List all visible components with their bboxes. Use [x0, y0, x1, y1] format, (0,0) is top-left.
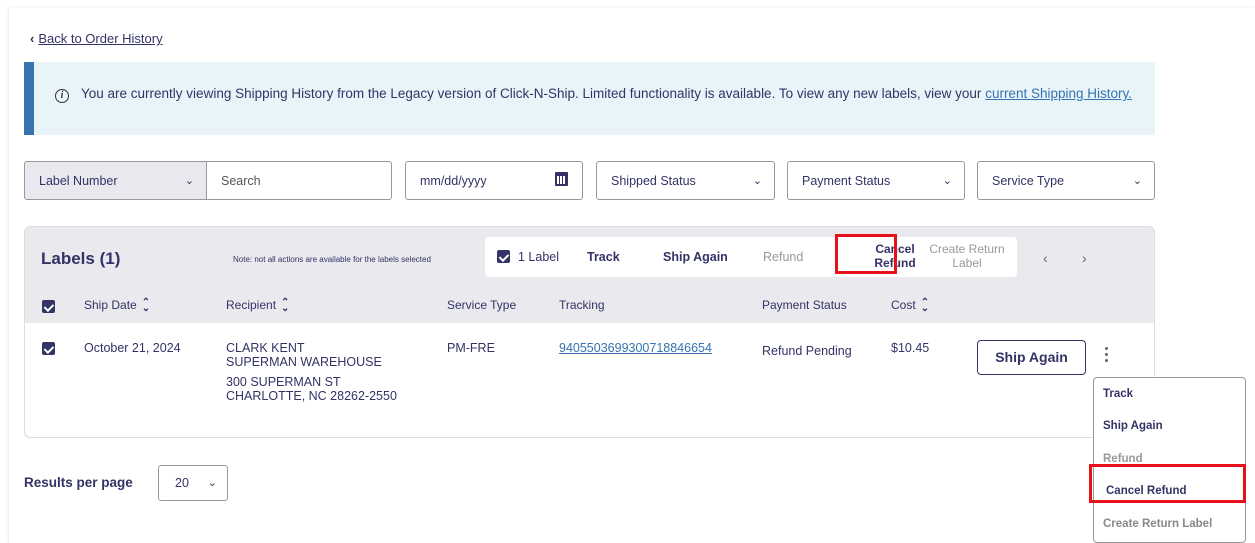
more-options-icon[interactable]	[1103, 347, 1109, 367]
ship-date-header[interactable]: Ship Date ⌃ ⌄	[84, 296, 151, 314]
tracking-link[interactable]: 9405503699300718846654	[559, 341, 712, 355]
tracking-header: Tracking	[559, 298, 605, 312]
info-icon: i	[55, 89, 69, 103]
track-action[interactable]: Track	[587, 250, 620, 264]
recipient-cell: CLARK KENT SUPERMAN WAREHOUSE 300 SUPERM…	[226, 341, 397, 403]
service-type-cell: PM-FRE	[447, 341, 495, 355]
recipient-header[interactable]: Recipient ⌃ ⌄	[226, 296, 290, 314]
ship-again-action[interactable]: Ship Again	[663, 250, 728, 264]
highlight-cancel-refund-menu-item	[1089, 464, 1246, 503]
date-input[interactable]: mm/dd/yyyy	[405, 161, 583, 200]
payment-status-select[interactable]: Payment Status ⌄	[787, 161, 965, 200]
results-per-page-select[interactable]: 20 ⌄	[158, 465, 228, 501]
service-type-header: Service Type	[447, 298, 517, 312]
payment-status-header: Payment Status	[762, 298, 847, 312]
payment-status-cell: Refund Pending	[762, 344, 852, 358]
selected-checkbox-icon[interactable]	[497, 250, 510, 263]
row-checkbox[interactable]	[42, 342, 55, 355]
highlight-cancel-refund-action	[835, 234, 897, 274]
chevron-down-icon: ⌄	[1132, 175, 1142, 187]
current-shipping-history-link[interactable]: current Shipping History.	[985, 86, 1132, 101]
shipped-status-select[interactable]: Shipped Status ⌄	[596, 161, 775, 200]
chevron-down-icon: ⌄	[184, 175, 194, 187]
chevron-down-icon: ⌄	[207, 477, 217, 489]
service-type-select[interactable]: Service Type ⌄	[977, 161, 1155, 200]
menu-item-ship-again[interactable]: Ship Again	[1103, 420, 1163, 432]
cost-cell: $10.45	[891, 341, 930, 355]
back-to-order-history-link[interactable]: ‹ Back to Order History	[30, 31, 163, 46]
ship-date-cell: October 21, 2024	[84, 341, 181, 355]
prev-page-icon[interactable]: ‹	[1043, 250, 1048, 266]
cost-header[interactable]: Cost ⌃ ⌄	[891, 296, 930, 314]
sort-icon: ⌃ ⌄	[141, 296, 151, 314]
calendar-icon[interactable]	[555, 172, 568, 186]
alert-message: You are currently viewing Shipping Histo…	[81, 86, 1132, 101]
menu-item-track[interactable]: Track	[1103, 388, 1133, 400]
refund-action: Refund	[763, 250, 804, 264]
bulk-actions-bar: 1 Label Track Ship Again Refund Cancel R…	[485, 237, 1017, 277]
menu-item-create-return-label: Create Return Label	[1103, 518, 1213, 530]
chevron-down-icon: ⌄	[752, 175, 762, 187]
labels-title: Labels (1)	[41, 249, 121, 268]
label-type-select[interactable]: Label Number ⌄	[24, 161, 207, 200]
actions-note: Note: not all actions are available for …	[233, 255, 431, 264]
sort-icon: ⌃ ⌄	[281, 296, 290, 314]
create-return-label-action: Create Return Label	[929, 242, 1005, 270]
chevron-down-icon: ⌄	[942, 175, 952, 187]
ship-again-button[interactable]: Ship Again	[977, 340, 1086, 375]
next-page-icon[interactable]: ›	[1082, 250, 1087, 266]
chevron-left-icon: ‹	[30, 31, 35, 46]
selected-count: 1 Label	[518, 250, 560, 264]
table-row: October 21, 2024 CLARK KENT SUPERMAN WAR…	[25, 323, 1154, 437]
table-header: Ship Date ⌃ ⌄ Recipient ⌃ ⌄ Service Type Tra…	[25, 289, 1154, 323]
legacy-info-alert: i You are currently viewing Shipping His…	[24, 62, 1155, 135]
sort-icon: ⌃ ⌄	[920, 296, 930, 314]
row-actions-menu: Track Ship Again Refund Cancel Refund Cr…	[1093, 377, 1246, 543]
select-all-checkbox[interactable]	[42, 300, 55, 313]
labels-panel: Labels (1) Note: not all actions are ava…	[24, 226, 1155, 438]
results-per-page-label: Results per page	[24, 475, 133, 490]
search-input[interactable]: Search	[207, 161, 392, 200]
